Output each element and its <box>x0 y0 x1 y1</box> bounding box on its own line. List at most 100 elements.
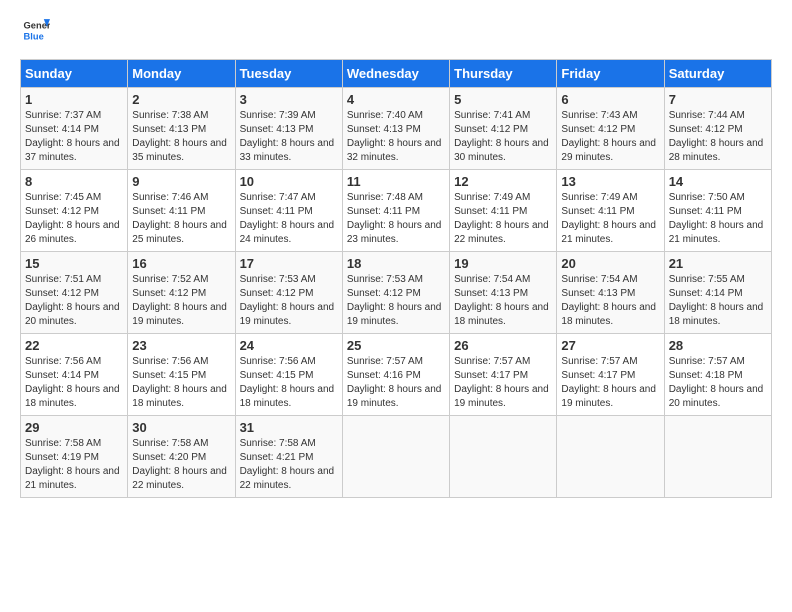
day-cell: 13 Sunrise: 7:49 AMSunset: 4:11 PMDayligh… <box>557 170 664 252</box>
day-info: Sunrise: 7:43 AMSunset: 4:12 PMDaylight:… <box>561 110 656 163</box>
day-number: 11 <box>347 174 445 189</box>
logo: General Blue <box>20 16 50 49</box>
day-cell: 29 Sunrise: 7:58 AMSunset: 4:19 PMDayligh… <box>21 416 128 498</box>
day-info: Sunrise: 7:47 AMSunset: 4:11 PMDaylight:… <box>240 192 335 245</box>
day-info: Sunrise: 7:56 AMSunset: 4:15 PMDaylight:… <box>240 356 335 409</box>
day-cell: 23 Sunrise: 7:56 AMSunset: 4:15 PMDayligh… <box>128 334 235 416</box>
day-cell: 15Sunrise: 7:51 AMSunset: 4:12 PMDayligh… <box>21 252 128 334</box>
day-info: Sunrise: 7:54 AMSunset: 4:13 PMDaylight:… <box>454 274 549 327</box>
week-row-4: 22 Sunrise: 7:56 AMSunset: 4:14 PMDayligh… <box>21 334 772 416</box>
day-cell: 7 Sunrise: 7:44 AMSunset: 4:12 PMDaylight… <box>664 88 771 170</box>
day-cell: 30 Sunrise: 7:58 AMSunset: 4:20 PMDayligh… <box>128 416 235 498</box>
day-info: Sunrise: 7:56 AMSunset: 4:14 PMDaylight:… <box>25 356 120 409</box>
day-cell <box>450 416 557 498</box>
day-cell: 14Sunrise: 7:50 AMSunset: 4:11 PMDayligh… <box>664 170 771 252</box>
page: General Blue SundayMondayTuesdayWednesda… <box>0 0 792 612</box>
day-cell: 21 Sunrise: 7:55 AMSunset: 4:14 PMDayligh… <box>664 252 771 334</box>
day-number: 5 <box>454 92 552 107</box>
day-info: Sunrise: 7:38 AMSunset: 4:13 PMDaylight:… <box>132 110 227 163</box>
day-cell: 5 Sunrise: 7:41 AMSunset: 4:12 PMDaylight… <box>450 88 557 170</box>
day-number: 14 <box>669 174 767 189</box>
day-info: Sunrise: 7:57 AMSunset: 4:17 PMDaylight:… <box>454 356 549 409</box>
day-number: 28 <box>669 338 767 353</box>
day-info: Sunrise: 7:58 AMSunset: 4:20 PMDaylight:… <box>132 438 227 491</box>
day-cell: 1 Sunrise: 7:37 AMSunset: 4:14 PMDaylight… <box>21 88 128 170</box>
day-info: Sunrise: 7:37 AMSunset: 4:14 PMDaylight:… <box>25 110 120 163</box>
day-number: 17 <box>240 256 338 271</box>
day-info: Sunrise: 7:57 AMSunset: 4:18 PMDaylight:… <box>669 356 764 409</box>
calendar-table: SundayMondayTuesdayWednesdayThursdayFrid… <box>20 59 772 498</box>
day-info: Sunrise: 7:48 AMSunset: 4:11 PMDaylight:… <box>347 192 442 245</box>
day-info: Sunrise: 7:53 AMSunset: 4:12 PMDaylight:… <box>347 274 442 327</box>
day-cell: 24 Sunrise: 7:56 AMSunset: 4:15 PMDayligh… <box>235 334 342 416</box>
day-cell: 11 Sunrise: 7:48 AMSunset: 4:11 PMDayligh… <box>342 170 449 252</box>
day-number: 10 <box>240 174 338 189</box>
day-info: Sunrise: 7:54 AMSunset: 4:13 PMDaylight:… <box>561 274 656 327</box>
day-cell: 9Sunrise: 7:46 AMSunset: 4:11 PMDaylight… <box>128 170 235 252</box>
day-number: 18 <box>347 256 445 271</box>
day-cell: 10 Sunrise: 7:47 AMSunset: 4:11 PMDayligh… <box>235 170 342 252</box>
day-cell: 17Sunrise: 7:53 AMSunset: 4:12 PMDayligh… <box>235 252 342 334</box>
week-row-3: 15Sunrise: 7:51 AMSunset: 4:12 PMDayligh… <box>21 252 772 334</box>
day-info: Sunrise: 7:56 AMSunset: 4:15 PMDaylight:… <box>132 356 227 409</box>
svg-text:Blue: Blue <box>24 31 44 41</box>
day-info: Sunrise: 7:58 AMSunset: 4:19 PMDaylight:… <box>25 438 120 491</box>
day-cell: 20 Sunrise: 7:54 AMSunset: 4:13 PMDayligh… <box>557 252 664 334</box>
day-number: 2 <box>132 92 230 107</box>
col-header-thursday: Thursday <box>450 60 557 88</box>
day-number: 16 <box>132 256 230 271</box>
day-cell: 31 Sunrise: 7:58 AMSunset: 4:21 PMDayligh… <box>235 416 342 498</box>
day-cell: 25Sunrise: 7:57 AMSunset: 4:16 PMDayligh… <box>342 334 449 416</box>
day-number: 1 <box>25 92 123 107</box>
day-cell: 16 Sunrise: 7:52 AMSunset: 4:12 PMDayligh… <box>128 252 235 334</box>
col-header-saturday: Saturday <box>664 60 771 88</box>
day-info: Sunrise: 7:58 AMSunset: 4:21 PMDaylight:… <box>240 438 335 491</box>
day-info: Sunrise: 7:49 AMSunset: 4:11 PMDaylight:… <box>454 192 549 245</box>
day-cell: 28 Sunrise: 7:57 AMSunset: 4:18 PMDayligh… <box>664 334 771 416</box>
day-info: Sunrise: 7:49 AMSunset: 4:11 PMDaylight:… <box>561 192 656 245</box>
day-number: 30 <box>132 420 230 435</box>
day-cell: 18 Sunrise: 7:53 AMSunset: 4:12 PMDayligh… <box>342 252 449 334</box>
logo-icon: General Blue <box>22 16 50 44</box>
day-number: 7 <box>669 92 767 107</box>
day-cell: 2 Sunrise: 7:38 AMSunset: 4:13 PMDaylight… <box>128 88 235 170</box>
day-info: Sunrise: 7:46 AMSunset: 4:11 PMDaylight:… <box>132 192 227 245</box>
day-number: 21 <box>669 256 767 271</box>
day-number: 31 <box>240 420 338 435</box>
day-cell: 26Sunrise: 7:57 AMSunset: 4:17 PMDayligh… <box>450 334 557 416</box>
day-info: Sunrise: 7:51 AMSunset: 4:12 PMDaylight:… <box>25 274 120 327</box>
day-number: 8 <box>25 174 123 189</box>
day-cell <box>342 416 449 498</box>
day-number: 23 <box>132 338 230 353</box>
week-row-1: 1 Sunrise: 7:37 AMSunset: 4:14 PMDaylight… <box>21 88 772 170</box>
day-info: Sunrise: 7:40 AMSunset: 4:13 PMDaylight:… <box>347 110 442 163</box>
day-cell: 12 Sunrise: 7:49 AMSunset: 4:11 PMDayligh… <box>450 170 557 252</box>
day-info: Sunrise: 7:52 AMSunset: 4:12 PMDaylight:… <box>132 274 227 327</box>
day-cell: 22 Sunrise: 7:56 AMSunset: 4:14 PMDayligh… <box>21 334 128 416</box>
day-cell: 4 Sunrise: 7:40 AMSunset: 4:13 PMDaylight… <box>342 88 449 170</box>
day-cell: 19 Sunrise: 7:54 AMSunset: 4:13 PMDayligh… <box>450 252 557 334</box>
day-number: 12 <box>454 174 552 189</box>
day-number: 27 <box>561 338 659 353</box>
day-number: 13 <box>561 174 659 189</box>
day-number: 6 <box>561 92 659 107</box>
day-cell <box>664 416 771 498</box>
week-row-5: 29 Sunrise: 7:58 AMSunset: 4:19 PMDayligh… <box>21 416 772 498</box>
day-info: Sunrise: 7:41 AMSunset: 4:12 PMDaylight:… <box>454 110 549 163</box>
week-row-2: 8 Sunrise: 7:45 AMSunset: 4:12 PMDaylight… <box>21 170 772 252</box>
day-cell <box>557 416 664 498</box>
day-cell: 8 Sunrise: 7:45 AMSunset: 4:12 PMDaylight… <box>21 170 128 252</box>
day-info: Sunrise: 7:55 AMSunset: 4:14 PMDaylight:… <box>669 274 764 327</box>
day-number: 20 <box>561 256 659 271</box>
day-number: 19 <box>454 256 552 271</box>
day-number: 29 <box>25 420 123 435</box>
day-info: Sunrise: 7:39 AMSunset: 4:13 PMDaylight:… <box>240 110 335 163</box>
day-info: Sunrise: 7:44 AMSunset: 4:12 PMDaylight:… <box>669 110 764 163</box>
day-info: Sunrise: 7:45 AMSunset: 4:12 PMDaylight:… <box>25 192 120 245</box>
col-header-friday: Friday <box>557 60 664 88</box>
day-number: 3 <box>240 92 338 107</box>
day-number: 24 <box>240 338 338 353</box>
header-row: SundayMondayTuesdayWednesdayThursdayFrid… <box>21 60 772 88</box>
day-number: 22 <box>25 338 123 353</box>
day-number: 4 <box>347 92 445 107</box>
